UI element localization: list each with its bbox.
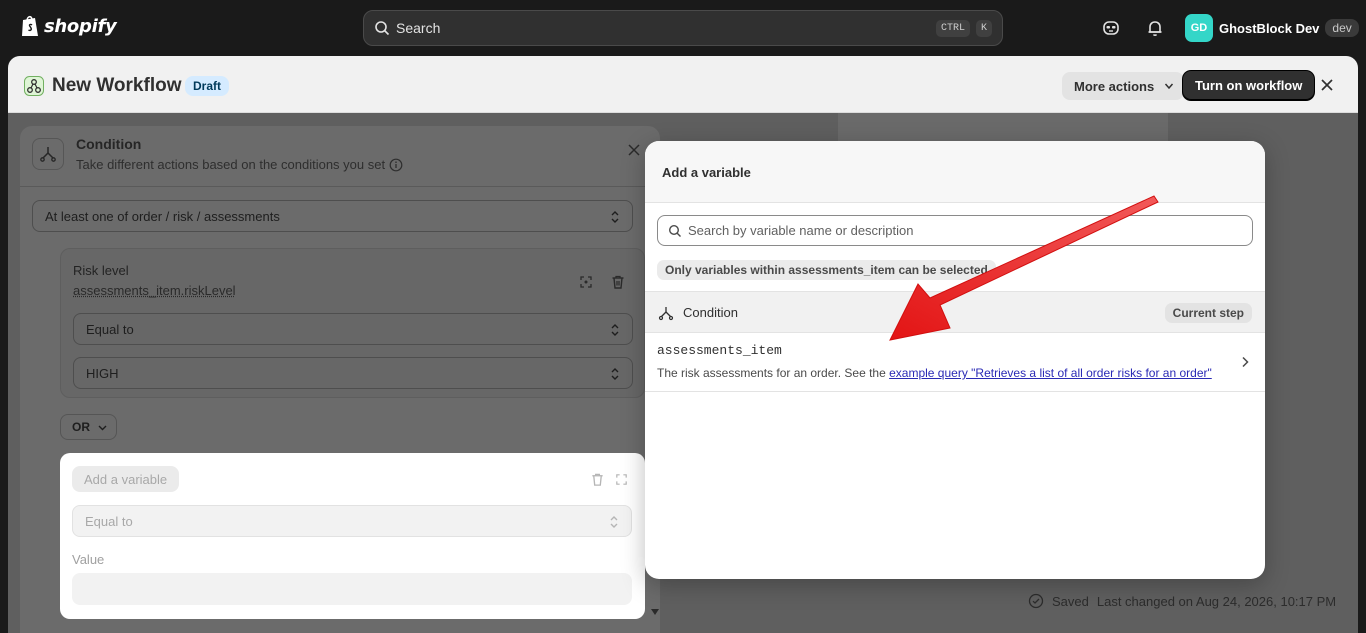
more-actions-label: More actions — [1074, 78, 1155, 94]
shopify-bag-icon — [22, 15, 38, 36]
more-actions-button[interactable]: More actions — [1062, 72, 1185, 100]
trash-icon[interactable] — [590, 472, 605, 487]
current-step-badge: Current step — [1164, 303, 1252, 323]
scope-select[interactable]: At least one of order / risk / assessmen… — [32, 200, 633, 232]
swap-icon[interactable] — [578, 274, 594, 290]
bell-icon[interactable] — [1145, 18, 1165, 38]
condition-icon — [32, 138, 64, 170]
info-icon[interactable] — [389, 158, 403, 172]
value-select-value: HIGH — [86, 365, 119, 381]
variable-description: The risk assessments for an order. See t… — [657, 366, 1227, 380]
flow-app-icon — [24, 76, 44, 96]
scroll-down-icon[interactable] — [649, 607, 661, 617]
chevron-right-icon — [1242, 356, 1249, 368]
value-select[interactable]: HIGH — [73, 357, 633, 389]
sidekick-icon[interactable] — [1101, 18, 1121, 38]
trash-icon[interactable] — [610, 274, 626, 290]
value-label: Value — [72, 552, 105, 567]
shortcut-key-ctrl: CTRL — [935, 19, 970, 37]
top-bar: shopify Search CTRL K GD GhostBlock Dev … — [0, 0, 1366, 56]
value-input[interactable] — [72, 573, 632, 605]
scope-select-value: At least one of order / risk / assessmen… — [45, 208, 280, 224]
turn-on-workflow-button[interactable]: Turn on workflow — [1183, 71, 1315, 100]
avatar: GD — [1185, 14, 1213, 42]
chevron-down-icon — [98, 425, 107, 431]
chevron-down-icon — [1165, 83, 1174, 90]
variable-description-text: The risk assessments for an order. See t… — [657, 366, 890, 380]
operator-select-value: Equal to — [85, 513, 133, 529]
condition-panel: Condition Take different actions based o… — [20, 126, 660, 633]
condition-title: Condition — [76, 136, 142, 152]
user-name: GhostBlock Dev — [1219, 20, 1320, 36]
example-query-link[interactable]: example query "Retrieves a list of all o… — [889, 366, 1212, 380]
condition-subtitle-text: Take different actions based on the cond… — [76, 157, 386, 172]
global-search[interactable]: Search CTRL K — [363, 10, 1003, 46]
condition-rule: Risk level assessments_item.riskLevel Eq… — [60, 248, 645, 398]
operator-select-value: Equal to — [86, 321, 134, 337]
section-label: Condition — [683, 305, 738, 320]
modal-title: Add a variable — [662, 165, 751, 180]
shopify-logo[interactable]: shopify — [20, 14, 117, 38]
save-status: Saved Last changed on Aug 24, 2026, 10:1… — [1028, 593, 1336, 609]
shortcut-key-k: K — [975, 19, 992, 37]
search-icon — [375, 21, 390, 36]
select-arrows-icon — [611, 324, 619, 336]
search-icon — [668, 224, 681, 237]
operator-select-disabled[interactable]: Equal to — [72, 505, 632, 537]
close-icon[interactable] — [1320, 78, 1334, 92]
close-icon[interactable] — [628, 144, 640, 156]
rule-label: Risk level — [73, 263, 129, 278]
workflow-header: New Workflow Draft More actions Turn on … — [8, 56, 1358, 113]
page-title: New Workflow — [52, 75, 182, 96]
or-label: OR — [72, 420, 90, 434]
user-menu[interactable]: GD GhostBlock Dev dev — [1185, 14, 1359, 42]
condition-subtitle: Take different actions based on the cond… — [76, 157, 403, 172]
select-arrows-icon — [611, 211, 619, 223]
rule-variable[interactable]: assessments_item.riskLevel — [73, 283, 236, 298]
new-condition-rule: Add a variable Equal to Value — [60, 453, 645, 619]
saved-label: Saved — [1052, 593, 1089, 609]
search-placeholder: Search — [396, 20, 441, 36]
condition-icon — [658, 307, 674, 321]
store-badge: dev — [1325, 19, 1359, 37]
variable-name: assessments_item — [657, 343, 782, 358]
logo-text: shopify — [44, 15, 117, 37]
add-variable-button[interactable]: Add a variable — [72, 466, 180, 492]
operator-select[interactable]: Equal to — [73, 313, 633, 345]
divider — [20, 186, 660, 187]
check-circle-icon — [1028, 593, 1044, 609]
status-badge: Draft — [185, 76, 230, 96]
last-changed-label: Last changed on Aug 24, 2026, 10:17 PM — [1096, 593, 1337, 609]
select-arrows-icon — [610, 516, 618, 528]
swap-icon[interactable] — [614, 472, 629, 487]
annotation-arrow — [889, 195, 1159, 341]
select-arrows-icon — [611, 368, 619, 380]
or-button[interactable]: OR — [60, 414, 117, 440]
